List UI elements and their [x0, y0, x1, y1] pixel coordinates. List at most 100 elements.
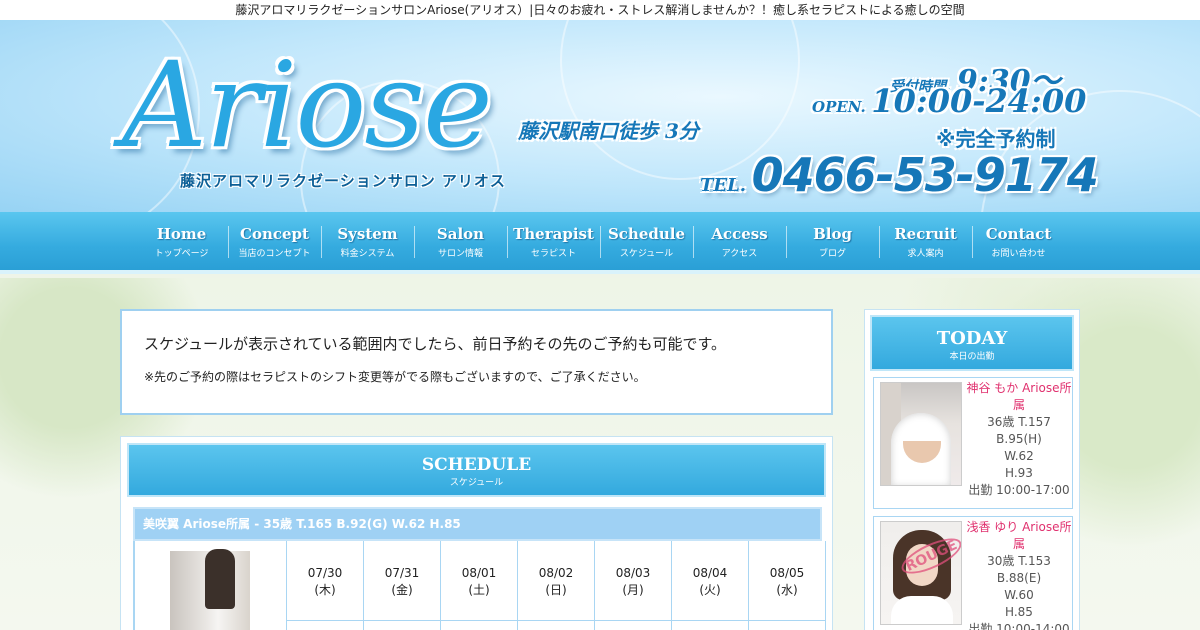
schedule-cell: [364, 621, 441, 630]
day-weekday: (日): [545, 583, 567, 597]
therapist-hip: H.93: [1005, 466, 1033, 480]
schedule-subtitle: スケジュール: [449, 478, 504, 488]
nav-label: Blog: [813, 225, 852, 243]
today-sidebar: TODAY 本日の出勤 神谷 もか Ariose所属 36歳 T.157 B.9…: [864, 309, 1080, 630]
nav-sublabel: サロン情報: [437, 249, 483, 259]
therapist-card[interactable]: ROUGE 浅香 ゆり Ariose所属 30歳 T.153 B.88(E) W…: [873, 516, 1073, 630]
nav-sublabel: セラピスト: [530, 249, 576, 259]
day-weekday: (火): [699, 583, 721, 597]
nav-item-home[interactable]: Home トップページ: [135, 212, 228, 270]
nav-sublabel: ブログ: [818, 249, 846, 259]
day-date: 08/01: [461, 566, 497, 580]
schedule-day: 08/04 (火): [672, 541, 749, 621]
nav-item-concept[interactable]: Concept 当店のコンセプト: [228, 212, 321, 270]
schedule-day: 07/31 (金): [364, 541, 441, 621]
nav-sublabel: アクセス: [721, 249, 758, 259]
schedule-day: 07/30 (木): [287, 541, 364, 621]
main-nav: Home トップページ Concept 当店のコンセプト System 料金システム …: [0, 212, 1200, 274]
therapist-photo[interactable]: [135, 541, 287, 630]
therapist-shift: 出勤 10:00-17:00: [968, 483, 1070, 497]
schedule-day: 08/05 (水): [749, 541, 826, 621]
day-date: 08/04: [692, 566, 728, 580]
schedule-cell: [518, 621, 595, 630]
therapist-bust: B.88(E): [996, 571, 1042, 585]
day-date: 08/03: [615, 566, 651, 580]
nav-label: Recruit: [894, 225, 957, 243]
today-title: TODAY: [936, 328, 1008, 349]
therapist-bust: B.95(H): [996, 432, 1042, 446]
phone-number[interactable]: TEL. 0466-53-9174: [700, 148, 1099, 202]
schedule-day: 08/03 (月): [595, 541, 672, 621]
nav-item-recruit[interactable]: Recruit 求人案内: [879, 212, 972, 270]
day-weekday: (水): [776, 583, 798, 597]
therapist-name[interactable]: 神谷 もか Ariose所属: [966, 380, 1072, 414]
day-weekday: (月): [622, 583, 644, 597]
day-date: 07/31: [384, 566, 420, 580]
therapist-waist: W.60: [1004, 588, 1034, 602]
therapist-card[interactable]: 神谷 もか Ariose所属 36歳 T.157 B.95(H) W.62 H.…: [873, 377, 1073, 509]
tel-label: TEL.: [700, 175, 747, 196]
therapist-photo[interactable]: [880, 382, 962, 486]
station-info: 藤沢駅南口徒歩 3分: [518, 119, 699, 143]
nav-sublabel: トップページ: [154, 249, 209, 259]
reservation-notice: スケジュールが表示されている範囲内でしたら、前日予約その先のご予約も可能です。 …: [120, 309, 833, 415]
nav-sublabel: スケジュール: [619, 249, 674, 259]
therapist-name-bar[interactable]: 美咲翼 Ariose所属 - 35歳 T.165 B.92(G) W.62 H.…: [133, 507, 822, 541]
schedule-day: 08/02 (日): [518, 541, 595, 621]
therapist-photo[interactable]: ROUGE: [880, 521, 962, 625]
schedule-panel: SCHEDULE スケジュール 美咲翼 Ariose所属 - 35歳 T.165…: [120, 436, 833, 630]
today-subtitle: 本日の出勤: [949, 352, 995, 362]
open-label: OPEN.: [812, 98, 866, 116]
notice-subtext: ※先のご予約の際はセラピストのシフト変更等がでる際もございますので、ご了承くださ…: [144, 370, 646, 384]
schedule-cell: [595, 621, 672, 630]
nav-label: Contact: [985, 225, 1052, 243]
tel-number[interactable]: 0466-53-9174: [752, 148, 1099, 202]
therapist-age-height: 36歳 T.157: [987, 415, 1051, 429]
nav-label: Concept: [240, 225, 309, 243]
site-logo[interactable]: Ariose: [122, 40, 493, 170]
therapist-name[interactable]: 浅香 ゆり Ariose所属: [966, 519, 1072, 553]
therapist-info: 神谷 もか Ariose所属 36歳 T.157 B.95(H) W.62 H.…: [966, 380, 1072, 499]
page-title-bar: 藤沢アロマリラクゼーションサロンAriose(アリオス）|日々のお疲れ・ストレス…: [0, 0, 1200, 20]
therapist-shift: 出勤 10:00-14:00: [968, 622, 1070, 630]
nav-sublabel: お問い合わせ: [991, 249, 1046, 259]
photo-hair: [205, 549, 235, 609]
therapist-age-height: 30歳 T.153: [987, 554, 1051, 568]
day-weekday: (金): [391, 583, 413, 597]
nav-sublabel: 料金システム: [340, 249, 395, 259]
nav-sublabel: 求人案内: [907, 249, 944, 259]
schedule-grid: 07/30 (木) 07/31 (金) 08/01 (土) 08/02 (日) 08/0…: [133, 541, 826, 630]
notice-text: スケジュールが表示されている範囲内でしたら、前日予約その先のご予約も可能です。: [144, 335, 727, 353]
schedule-day: 08/01 (土): [441, 541, 518, 621]
day-date: 08/02: [538, 566, 574, 580]
schedule-heading: SCHEDULE スケジュール: [127, 443, 826, 497]
open-time: 10:00-24:00: [871, 82, 1087, 120]
nav-sublabel: 当店のコンセプト: [238, 249, 311, 259]
site-header: Ariose 藤沢アロマリラクゼーションサロン アリオス 藤沢駅南口徒歩 3分 …: [0, 20, 1200, 212]
therapist-info: 浅香 ゆり Ariose所属 30歳 T.153 B.88(E) W.60 H.…: [966, 519, 1072, 630]
nav-label: Home: [156, 225, 207, 243]
nav-item-blog[interactable]: Blog ブログ: [786, 212, 879, 270]
day-weekday: (木): [314, 583, 336, 597]
nav-label: Schedule: [607, 225, 686, 243]
photo-figure: [891, 596, 953, 624]
day-date: 08/05: [769, 566, 805, 580]
day-date: 07/30: [307, 566, 343, 580]
nav-item-contact[interactable]: Contact お問い合わせ: [972, 212, 1065, 270]
open-hours: OPEN. 10:00-24:00: [812, 82, 1086, 120]
therapist-hip: H.85: [1005, 605, 1033, 619]
schedule-cell: [672, 621, 749, 630]
nav-item-salon[interactable]: Salon サロン情報: [414, 212, 507, 270]
schedule-title: SCHEDULE: [421, 455, 532, 475]
nav-item-therapist[interactable]: Therapist セラピスト: [507, 212, 600, 270]
day-weekday: (土): [468, 583, 490, 597]
schedule-cell: [287, 621, 364, 630]
nav-label: System: [337, 225, 398, 243]
today-heading: TODAY 本日の出勤: [870, 315, 1074, 371]
therapist-waist: W.62: [1004, 449, 1034, 463]
nav-item-system[interactable]: System 料金システム: [321, 212, 414, 270]
nav-label: Salon: [436, 225, 485, 243]
schedule-cell: [441, 621, 518, 630]
nav-item-schedule[interactable]: Schedule スケジュール: [600, 212, 693, 270]
nav-item-access[interactable]: Access アクセス: [693, 212, 786, 270]
